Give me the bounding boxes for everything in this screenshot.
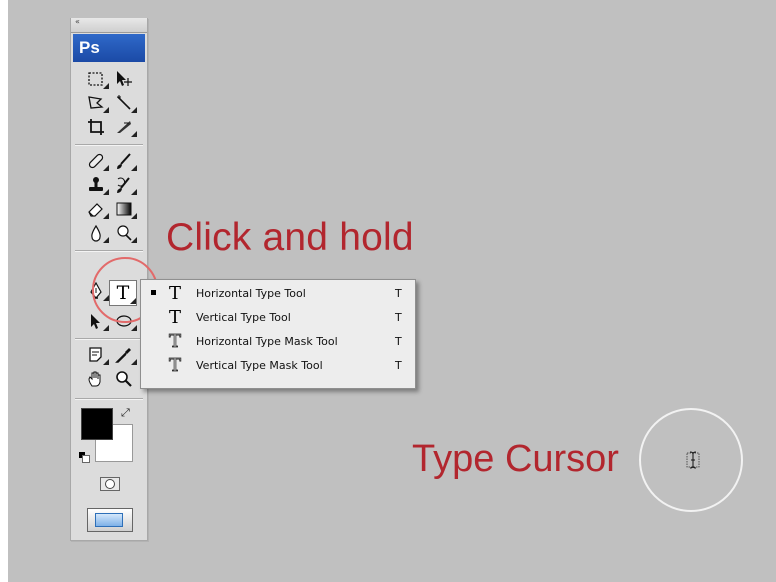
selected-bullet-icon: [151, 290, 156, 295]
menu-item-label: Vertical Type Tool: [196, 311, 291, 324]
menu-item-label: Vertical Type Mask Tool: [196, 359, 323, 372]
eyedropper-tool-icon[interactable]: [111, 344, 137, 366]
menu-item-shortcut: T: [395, 311, 402, 324]
vertical-type-mask-icon: T: [169, 355, 182, 377]
i-beam-cursor-icon: [686, 451, 700, 469]
click-and-hold-annotation: Click and hold: [166, 216, 414, 259]
gradient-tool-icon[interactable]: [111, 198, 137, 220]
horizontal-type-icon: T: [169, 283, 182, 304]
zoom-tool-icon[interactable]: [111, 368, 137, 390]
menu-item-vertical-type-tool[interactable]: T Vertical Type Tool T: [141, 306, 415, 330]
menu-item-shortcut: T: [395, 335, 402, 348]
eraser-tool-icon[interactable]: [83, 198, 109, 220]
blur-tool-icon[interactable]: [83, 222, 109, 244]
type-tool-flyout-menu: T Horizontal Type Tool T T Vertical Type…: [140, 279, 416, 389]
horizontal-type-mask-icon: T: [169, 331, 182, 353]
menu-item-shortcut: T: [395, 287, 402, 300]
quick-mask-button[interactable]: [100, 477, 120, 491]
panel-grip[interactable]: «: [71, 17, 147, 33]
crop-tool-icon[interactable]: [83, 116, 109, 138]
swap-colors-icon[interactable]: ⤢: [121, 406, 130, 420]
healing-brush-tool-icon[interactable]: [83, 150, 109, 172]
photoshop-logo[interactable]: Ps: [73, 34, 145, 62]
slice-tool-icon[interactable]: [111, 116, 137, 138]
menu-item-horizontal-type-tool[interactable]: T Horizontal Type Tool T: [141, 282, 415, 306]
collapse-icon[interactable]: «: [75, 17, 80, 26]
type-cursor-annotation: Type Cursor: [412, 438, 619, 480]
default-colors-icon[interactable]: [79, 452, 90, 463]
foreground-color-swatch[interactable]: [81, 408, 113, 440]
menu-item-vertical-type-mask-tool[interactable]: T Vertical Type Mask Tool T: [141, 354, 415, 378]
marquee-tool-icon[interactable]: [83, 68, 109, 90]
clone-stamp-tool-icon[interactable]: [83, 174, 109, 196]
menu-item-label: Horizontal Type Tool: [196, 287, 306, 300]
lasso-tool-icon[interactable]: [83, 92, 109, 114]
type-cursor-callout: [639, 408, 743, 512]
canvas-area: « Ps T ⤢ T Horizontal Type Tool T T Vert…: [8, 0, 776, 582]
dodge-tool-icon[interactable]: [111, 222, 137, 244]
menu-item-horizontal-type-mask-tool[interactable]: T Horizontal Type Mask Tool T: [141, 330, 415, 354]
history-brush-tool-icon[interactable]: [111, 174, 137, 196]
brush-tool-icon[interactable]: [111, 150, 137, 172]
magic-wand-tool-icon[interactable]: [111, 92, 137, 114]
vertical-type-icon: T: [169, 307, 182, 328]
menu-item-label: Horizontal Type Mask Tool: [196, 335, 338, 348]
hand-tool-icon[interactable]: [83, 368, 109, 390]
notes-tool-icon[interactable]: [83, 344, 109, 366]
menu-item-shortcut: T: [395, 359, 402, 372]
screen-mode-button[interactable]: [87, 508, 133, 532]
move-tool-icon[interactable]: [111, 68, 137, 90]
